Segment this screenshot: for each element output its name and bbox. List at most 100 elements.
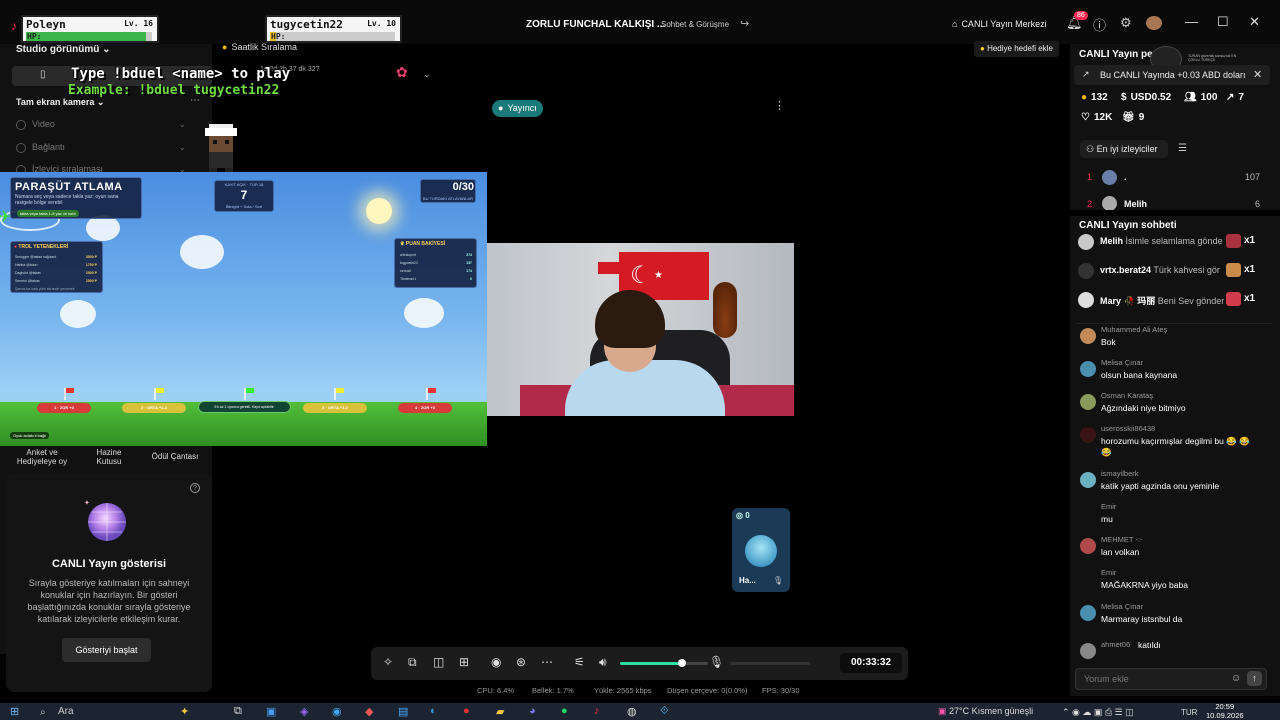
troll-name: Seneful @takas bbox=[15, 279, 40, 283]
app-icon[interactable]: ◈ bbox=[300, 705, 308, 718]
close-icon[interactable]: ✕ bbox=[1253, 68, 1262, 81]
add-gift-goal-button[interactable]: ● Hediye hedefi ekle bbox=[974, 41, 1059, 57]
hourly-ranking-tag[interactable]: ● Saatlik Sıralama bbox=[222, 42, 297, 52]
chat-username[interactable]: Emir bbox=[1101, 502, 1116, 511]
chevron-down-icon[interactable]: ⌄ bbox=[423, 69, 431, 80]
sidebar-item-video[interactable]: Video ⌄ bbox=[16, 119, 186, 130]
more-options-icon[interactable]: ⋯ bbox=[190, 95, 200, 106]
treasure-box-tool[interactable]: Hazine Kutusu bbox=[86, 448, 132, 466]
app-icon[interactable]: ▤ bbox=[398, 705, 408, 718]
emoji-icon[interactable]: ☺ bbox=[1231, 673, 1241, 684]
live-center-button[interactable]: ⌂ CANLI Yayın Merkezi bbox=[952, 16, 1047, 32]
chat-username[interactable]: Melisa Çınar bbox=[1101, 358, 1143, 367]
weather-widget[interactable]: ▣ 27°C Kısmen güneşli bbox=[938, 706, 1033, 717]
maximize-icon[interactable]: ☐ bbox=[1217, 14, 1229, 30]
chat-username[interactable]: MEHMET -:- bbox=[1101, 535, 1143, 544]
avatar[interactable] bbox=[1080, 605, 1096, 621]
studio-view-dropdown[interactable]: Studio görünümü ⌄ bbox=[16, 44, 111, 55]
hp-label: HP: bbox=[27, 32, 42, 41]
avatar[interactable] bbox=[1080, 538, 1096, 554]
mic-icon[interactable]: 🎙︎ bbox=[773, 576, 783, 585]
app-icon[interactable]: ▣ bbox=[266, 705, 276, 718]
layout-icon[interactable]: ⧉ bbox=[408, 655, 417, 670]
chat-username[interactable]: Muhammed Ali Ateş bbox=[1101, 325, 1167, 334]
volume-knob[interactable] bbox=[677, 659, 686, 667]
top-viewers-label: En iyi izleyiciler bbox=[1096, 144, 1158, 154]
app-icon[interactable]: ⟐ bbox=[660, 705, 669, 718]
tray-icons[interactable]: ⌃ ◉ ☁ ▣ ⎙ ☰ ◫ bbox=[1062, 707, 1134, 718]
gift-user[interactable]: vrtx.berat24 bbox=[1100, 265, 1151, 275]
screen-share-icon[interactable]: ⊞ bbox=[459, 655, 469, 669]
volume-icon[interactable]: 🔊︎ bbox=[599, 655, 607, 670]
avatar[interactable] bbox=[1080, 505, 1096, 521]
help-icon[interactable]: ? bbox=[190, 483, 200, 493]
chat-username[interactable]: Osman Karataş bbox=[1101, 391, 1153, 400]
app-icon[interactable]: ◆ bbox=[365, 705, 373, 718]
send-button[interactable]: ↑ bbox=[1247, 671, 1262, 686]
avatar[interactable] bbox=[1080, 472, 1096, 488]
poll-tool[interactable]: Anket ve Hediyeleye oy bbox=[16, 448, 68, 466]
app-icon[interactable]: ◉ bbox=[332, 705, 342, 718]
gift-user[interactable]: Mary 🥀 玛丽 bbox=[1100, 296, 1155, 306]
avatar[interactable] bbox=[1080, 571, 1096, 587]
task-view-icon[interactable]: ⧉ bbox=[234, 705, 242, 718]
edge-icon[interactable]: ◐ bbox=[430, 705, 437, 717]
minimize-icon[interactable]: — bbox=[1185, 14, 1198, 29]
violin bbox=[713, 282, 737, 338]
chat-username[interactable]: Melisa Çınar bbox=[1101, 602, 1143, 611]
share-icon[interactable]: ↪ bbox=[740, 17, 749, 30]
windows-start-icon[interactable]: ⊞ bbox=[10, 705, 19, 718]
hp-label: HP: bbox=[271, 32, 286, 41]
clock[interactable]: 20:59 10.09.2026 bbox=[1206, 702, 1244, 720]
sparkle-icon[interactable]: ✦ bbox=[180, 705, 189, 718]
record-icon[interactable]: ◉ bbox=[491, 655, 501, 669]
discord-icon[interactable]: ◕ bbox=[529, 705, 536, 717]
spotify-icon[interactable]: ● bbox=[561, 705, 568, 717]
chat-username[interactable]: Emir bbox=[1101, 568, 1116, 577]
mic-level[interactable] bbox=[730, 662, 810, 665]
folder-icon[interactable]: ▰ bbox=[496, 705, 504, 718]
app-icon[interactable]: ● bbox=[463, 705, 470, 717]
usd-value: USD0.52 bbox=[1130, 92, 1172, 103]
flag-icon bbox=[154, 388, 164, 400]
effects-icon[interactable]: ⊛ bbox=[516, 655, 526, 669]
more-options-icon[interactable]: ⋯ bbox=[541, 655, 553, 669]
viewer-name[interactable]: . bbox=[1124, 172, 1127, 182]
avatar[interactable] bbox=[1080, 427, 1096, 443]
tiktok-icon[interactable]: ♪ bbox=[594, 705, 600, 717]
chat-username[interactable]: ahmet06 bbox=[1101, 640, 1130, 649]
start-show-button[interactable]: Gösteriyi başlat bbox=[62, 638, 151, 662]
settings-sliders-icon[interactable]: ⚟ bbox=[574, 655, 585, 669]
camera-icon[interactable]: ◫ bbox=[433, 655, 444, 669]
gift-user[interactable]: Melih bbox=[1100, 236, 1123, 246]
mic-icon[interactable]: 🎙︎ bbox=[709, 655, 724, 669]
top-viewers-button[interactable]: ⚇ En iyi izleyiciler bbox=[1080, 140, 1168, 158]
chat-username[interactable]: userosskii86438 bbox=[1101, 424, 1155, 433]
sun bbox=[366, 198, 392, 224]
coins-value: 132 bbox=[1091, 92, 1108, 103]
avatar[interactable] bbox=[1080, 394, 1096, 410]
avatar[interactable] bbox=[1080, 643, 1096, 659]
sidebar-item-connection[interactable]: Bağlantı ⌄ bbox=[16, 142, 186, 153]
avatar[interactable] bbox=[1146, 16, 1162, 30]
search-icon[interactable]: ⌕ bbox=[40, 707, 46, 718]
avatar[interactable] bbox=[1080, 361, 1096, 377]
jumper-count: 0/30 bbox=[452, 181, 474, 193]
avatar[interactable] bbox=[1080, 328, 1096, 344]
help-icon[interactable]: ⓘ bbox=[1093, 15, 1106, 34]
jumper-count-label: BU TURDAKİ ATLAYANLAR bbox=[422, 196, 474, 201]
close-icon[interactable]: ✕ bbox=[1249, 14, 1260, 30]
magic-wand-icon[interactable]: ✧ bbox=[383, 655, 393, 669]
stream-category[interactable]: Sohbet & Görüşme bbox=[661, 20, 729, 29]
list-icon[interactable]: ☰ bbox=[1178, 143, 1187, 154]
more-options-icon[interactable]: ⋮ bbox=[774, 99, 785, 112]
language-indicator[interactable]: TUR bbox=[1181, 708, 1197, 717]
gear-icon[interactable]: ⚙ bbox=[1120, 15, 1132, 31]
taskbar-search[interactable]: Ara bbox=[58, 706, 74, 717]
chat-username[interactable]: ismayilberk bbox=[1101, 469, 1139, 478]
reward-bag-tool[interactable]: Ödül Çantası bbox=[148, 452, 202, 461]
viewer-name[interactable]: Melih bbox=[1124, 199, 1147, 209]
app-icon[interactable]: ◍ bbox=[627, 705, 637, 718]
phone-icon[interactable]: ▯ bbox=[40, 69, 46, 80]
full-screen-camera-dropdown[interactable]: Tam ekran kamera ⌄ bbox=[16, 97, 104, 108]
